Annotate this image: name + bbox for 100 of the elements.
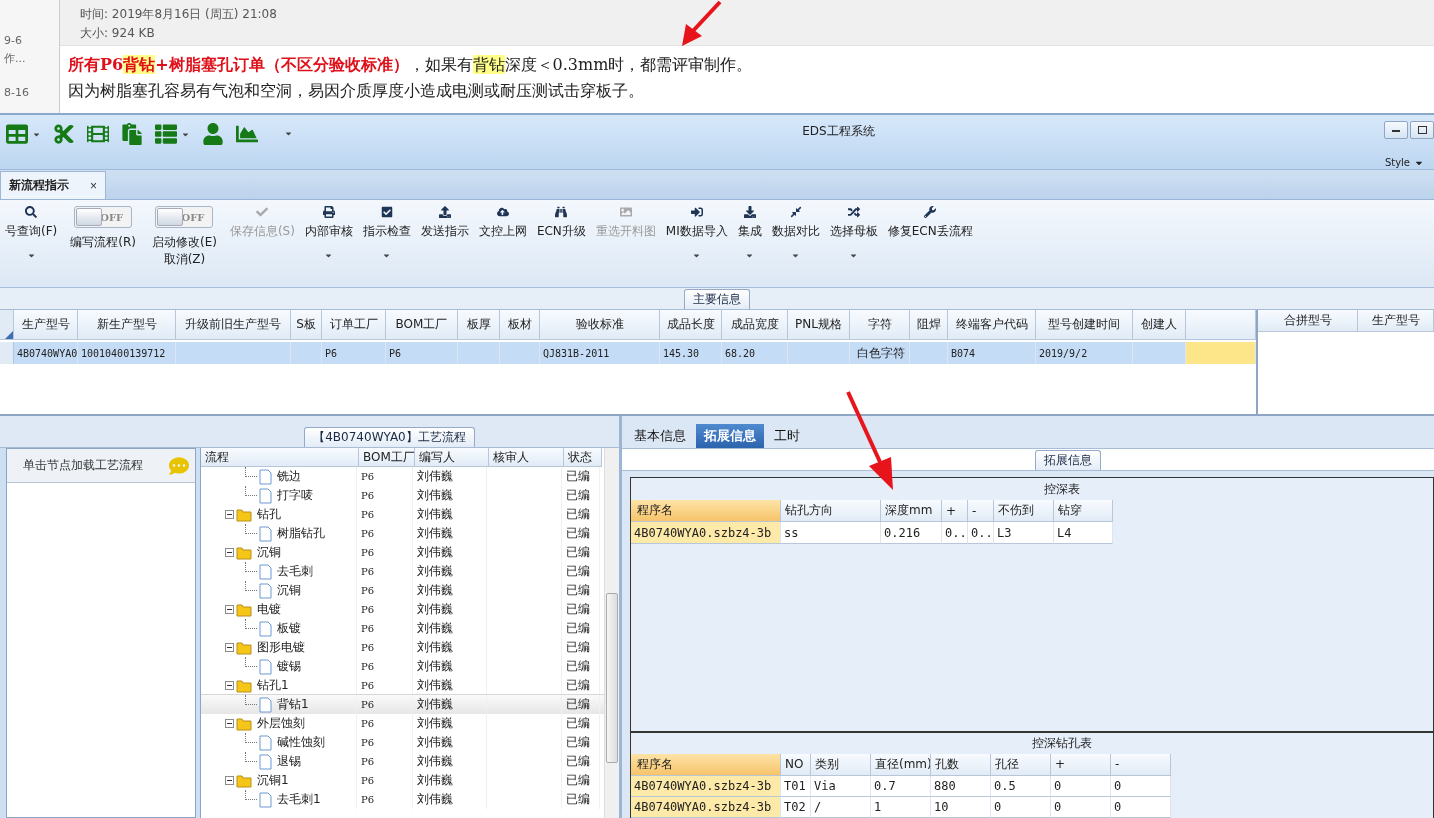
table-cell: 白色字符 xyxy=(850,342,910,364)
ribbon-icon xyxy=(743,206,756,218)
table-cell: 145.30 xyxy=(660,342,722,364)
style-menu[interactable]: Style xyxy=(1384,157,1424,168)
caret-icon[interactable] xyxy=(849,251,859,260)
collapse-icon[interactable] xyxy=(225,510,234,519)
column-header: 编写人 xyxy=(415,448,489,467)
caret-icon[interactable] xyxy=(791,251,801,260)
ribbon-button[interactable]: 指示检查 xyxy=(357,204,416,276)
table-cell: 4B0740WYA0 xyxy=(14,342,78,364)
column-header: 钻孔方向 xyxy=(781,500,881,522)
table-cell: 4B0740WYA0.szbz4-3b xyxy=(631,775,781,797)
caret-icon[interactable] xyxy=(284,129,293,138)
folder-icon xyxy=(236,678,252,693)
table-cell: 0.. xyxy=(942,522,968,544)
folder-icon xyxy=(236,716,252,731)
ribbon-button[interactable]: 集成 xyxy=(732,204,767,276)
tree-label: 去毛刺1 xyxy=(277,791,321,808)
collapse-icon[interactable] xyxy=(225,643,234,652)
annotation-arrow xyxy=(682,0,722,46)
ribbon-icon xyxy=(619,206,632,218)
ribbon-icon xyxy=(847,206,860,218)
column-header: 合拼型号 xyxy=(1258,310,1358,332)
minimize-button[interactable] xyxy=(1384,121,1408,139)
file-icon xyxy=(259,658,272,675)
file-icon xyxy=(259,734,272,751)
table-cell: P6 xyxy=(386,342,458,364)
column-header: 深度mm xyxy=(881,500,942,522)
column-header: - xyxy=(968,500,994,522)
caret-icon[interactable] xyxy=(692,251,702,260)
tree-label: 去毛刺 xyxy=(277,563,313,580)
ribbon-button[interactable]: 发送指示 xyxy=(415,204,474,276)
tab[interactable]: 拓展信息 xyxy=(696,424,764,448)
tree-label: 电镀 xyxy=(257,601,281,618)
table-cell: QJ831B-2011 xyxy=(540,342,660,364)
corner-icon xyxy=(5,331,13,339)
scissors-icon xyxy=(53,123,75,145)
table-cell: Via xyxy=(811,775,871,797)
tree-label: 碱性蚀刻 xyxy=(277,734,325,751)
table-icon xyxy=(6,123,28,145)
ribbon-button[interactable]: 选择母板 xyxy=(824,204,883,276)
column-header: 升级前旧生产型号 xyxy=(176,310,291,340)
close-button[interactable]: × xyxy=(90,178,97,193)
tree-label: 沉铜 xyxy=(277,582,301,599)
column-header: PNL规格 xyxy=(788,310,850,340)
file-icon xyxy=(259,753,272,770)
ribbon-button[interactable]: 数据对比 xyxy=(766,204,825,276)
film-icon xyxy=(87,123,109,145)
ribbon-icon xyxy=(789,206,802,218)
table-cell: 0 xyxy=(1111,775,1171,797)
column-header: 订单工厂 xyxy=(322,310,386,340)
file-icon xyxy=(259,696,272,713)
file-icon xyxy=(259,468,272,485)
ribbon-button[interactable]: 号查询(F) xyxy=(0,204,63,276)
column-header: 程序名 xyxy=(631,754,781,776)
column-header: 创建人 xyxy=(1133,310,1186,340)
table-cell: T01 xyxy=(781,775,811,797)
ribbon-button[interactable]: 文控上网 xyxy=(473,204,532,276)
minimize-icon xyxy=(1392,128,1400,132)
highlighted-cell xyxy=(1186,342,1256,364)
column-header: BOM工厂 xyxy=(359,448,415,467)
scrollbar[interactable] xyxy=(604,448,619,818)
tree-label: 背钻1 xyxy=(277,696,309,713)
tree-label: 退锡 xyxy=(277,753,301,770)
caret-icon[interactable] xyxy=(382,251,392,260)
collapse-icon[interactable] xyxy=(225,719,234,728)
maximize-button[interactable] xyxy=(1410,121,1434,139)
toggle-label: 编写流程(R) xyxy=(70,234,136,251)
tab[interactable]: 基本信息 xyxy=(626,424,694,448)
clipboard-icon xyxy=(121,123,143,145)
collapse-icon[interactable] xyxy=(225,548,234,557)
ribbon-button[interactable]: 内部审核 xyxy=(299,204,358,276)
group-label: 拓展信息 xyxy=(1035,450,1101,470)
toggle-label: 启动修改(E) 取消(Z) xyxy=(151,234,217,268)
document-tab[interactable]: 新流程指示 × xyxy=(0,171,106,199)
caret-icon[interactable] xyxy=(26,251,36,260)
table-cell: 10 xyxy=(931,796,991,818)
tab[interactable]: 工时 xyxy=(766,424,808,448)
table-row[interactable]: 4B0740WYA0 10010400139712 P6 P6 QJ831B-2011 145.30 68.20 白色字符 B074 2019/9/2 xyxy=(0,342,1256,364)
ribbon-button[interactable]: 修复ECN丢流程 xyxy=(882,204,978,276)
caret-icon[interactable] xyxy=(745,251,755,260)
folder-icon xyxy=(236,545,252,560)
collapse-icon[interactable] xyxy=(225,605,234,614)
collapse-icon[interactable] xyxy=(225,681,234,690)
collapse-icon[interactable] xyxy=(225,776,234,785)
ribbon-button[interactable]: ECN升级 xyxy=(531,204,591,276)
ribbon-button[interactable]: MI数据导入 xyxy=(660,204,733,276)
user-icon xyxy=(202,123,224,145)
tree-label: 板镀 xyxy=(277,620,301,637)
tree-label: 钻孔 xyxy=(257,506,281,523)
file-icon xyxy=(259,582,272,599)
tree-label: 镀锡 xyxy=(277,658,301,675)
caret-icon[interactable] xyxy=(324,251,334,260)
column-header: 流程 xyxy=(201,448,359,467)
tree-label: 外层蚀刻 xyxy=(257,715,305,732)
table-cell: 2019/9/2 xyxy=(1036,342,1133,364)
column-header: 型号创建时间 xyxy=(1036,310,1133,340)
time-text: 时间: 2019年8月16日 (周五) 21:08 xyxy=(80,7,278,22)
tree-row[interactable]: 背钻1 P6 刘伟巍 已编 xyxy=(201,695,604,714)
tree-label: 铣边 xyxy=(277,468,301,485)
